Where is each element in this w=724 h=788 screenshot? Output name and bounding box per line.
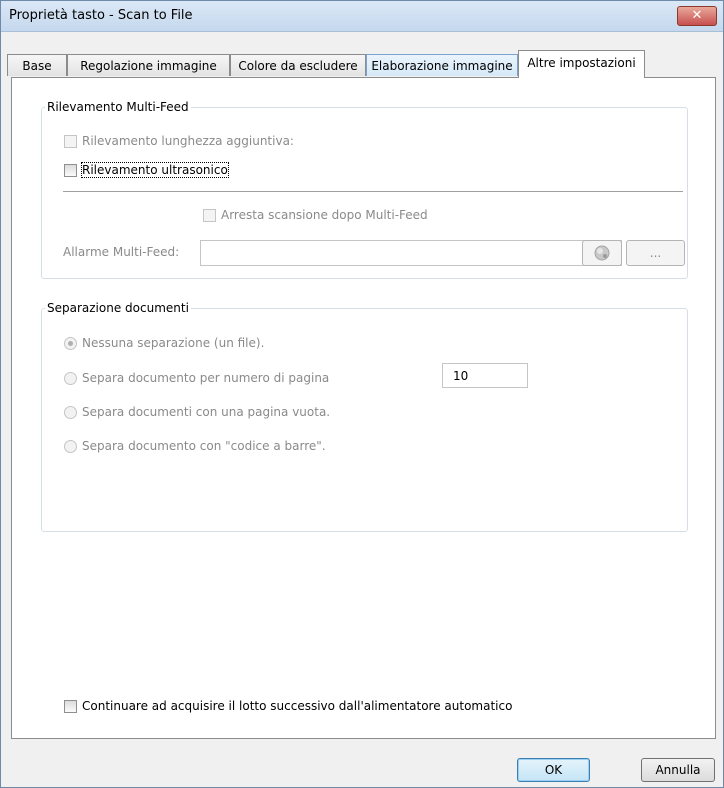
ultrasonic-checkbox[interactable] [64, 164, 77, 177]
length-detection-label: Rilevamento lunghezza aggiuntiva: [82, 134, 294, 148]
close-button[interactable]: ✕ [677, 6, 717, 26]
separation-option-pagecount-label: Separa documento per numero di pagina [82, 371, 330, 385]
separation-option-none-radio[interactable] [64, 337, 77, 350]
close-icon: ✕ [691, 8, 703, 23]
separation-option-barcode-radio[interactable] [64, 440, 77, 453]
length-detection-checkbox[interactable] [64, 135, 77, 148]
stop-scan-checkbox[interactable] [203, 209, 216, 222]
alarm-input[interactable] [200, 240, 622, 266]
ok-button[interactable]: OK [517, 758, 590, 782]
separation-option-blankpage-label: Separa documenti con una pagina vuota. [82, 405, 331, 419]
tab-altre-impostazioni[interactable]: Altre impostazioni [518, 50, 645, 78]
divider [63, 191, 683, 192]
tab-elaborazione-immagine[interactable]: Elaborazione immagine [366, 54, 518, 76]
play-alarm-button[interactable] [582, 240, 622, 266]
stop-scan-label: Arresta scansione dopo Multi-Feed [221, 208, 428, 222]
tab-panel: Rilevamento Multi-Feed Rilevamento lungh… [11, 77, 716, 739]
separation-option-blankpage-radio[interactable] [64, 406, 77, 419]
continue-batch-label: Continuare ad acquisire il lotto success… [82, 699, 513, 713]
cancel-button[interactable]: Annulla [641, 758, 715, 782]
tab-colore-da-escludere[interactable]: Colore da escludere [230, 54, 366, 76]
multifeed-legend: Rilevamento Multi-Feed [47, 100, 189, 114]
dialog-window: Proprietà tasto - Scan to File ✕ Base Re… [0, 0, 724, 788]
speaker-icon [594, 245, 610, 261]
browse-alarm-button[interactable]: ... [626, 240, 685, 266]
separation-legend: Separazione documenti [47, 301, 189, 315]
tab-regolazione-immagine[interactable]: Regolazione immagine [67, 54, 230, 76]
page-count-value: 10 [453, 369, 469, 383]
separation-option-none-label: Nessuna separazione (un file). [82, 336, 265, 350]
alarm-label: Allarme Multi-Feed: [63, 245, 180, 259]
window-title: Proprietà tasto - Scan to File [9, 8, 193, 23]
separation-option-pagecount-radio[interactable] [64, 372, 77, 385]
tab-base[interactable]: Base [7, 54, 67, 76]
continue-batch-checkbox[interactable] [64, 700, 77, 713]
ultrasonic-label: Rilevamento ultrasonico [81, 162, 229, 178]
separation-option-barcode-label: Separa documento con "codice a barre". [82, 439, 326, 453]
page-count-input[interactable]: 10 [442, 363, 528, 388]
title-bar[interactable]: Proprietà tasto - Scan to File ✕ [1, 1, 723, 32]
